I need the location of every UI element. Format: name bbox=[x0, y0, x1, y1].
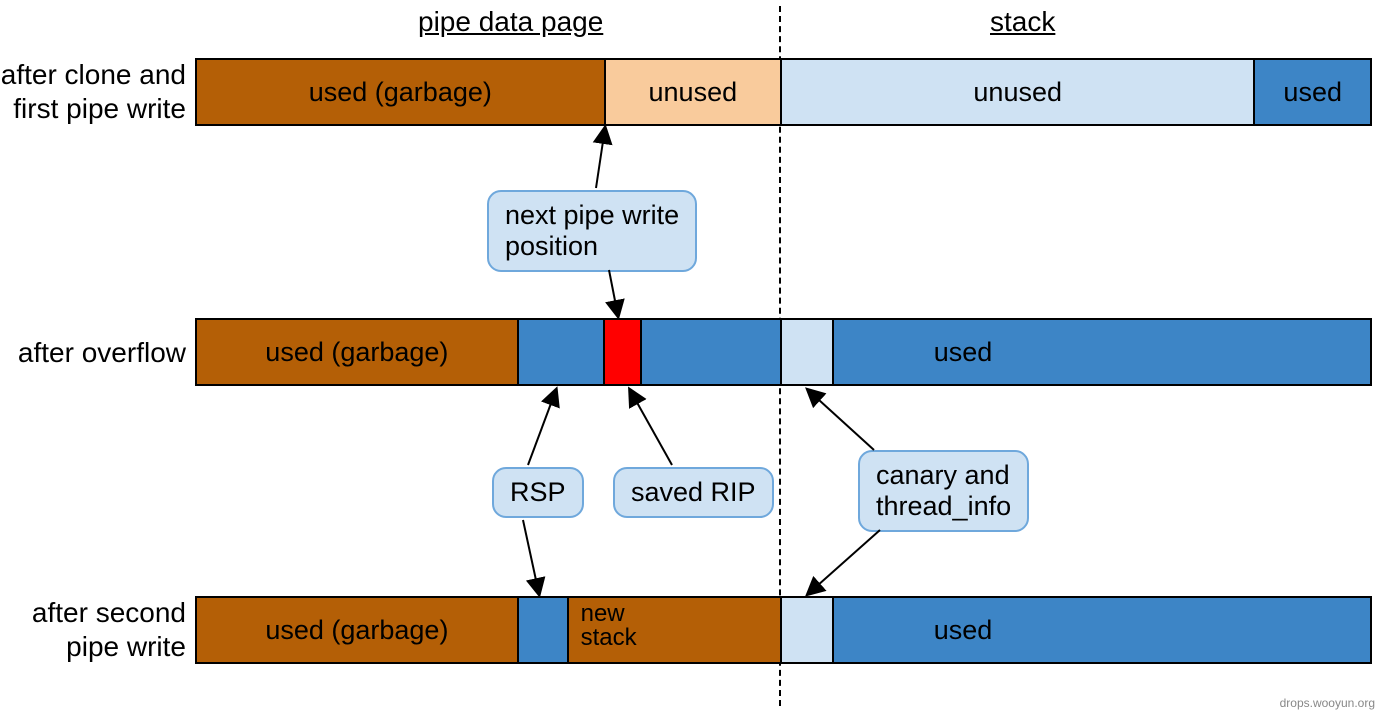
row2-bar: used (garbage) used bbox=[195, 318, 1372, 386]
watermark: drops.wooyun.org bbox=[1280, 696, 1375, 710]
row3-seg-canary bbox=[782, 598, 834, 662]
row2-seg-canary bbox=[782, 320, 834, 384]
row1-label: after clone and first pipe write bbox=[0, 58, 186, 125]
row1-seg-used-garbage: used (garbage) bbox=[197, 60, 606, 124]
row1-label-b: first pipe write bbox=[13, 93, 186, 124]
row3-label-a: after second bbox=[32, 597, 186, 628]
balloon-canary-text: canary and thread_info bbox=[876, 460, 1011, 521]
row1-seg-unused-stack: unused bbox=[782, 60, 1255, 124]
row1-label-a: after clone and bbox=[1, 59, 186, 90]
row3-seg-blue bbox=[519, 598, 569, 662]
row3-label-b: pipe write bbox=[66, 631, 186, 662]
balloon-rip: saved RIP bbox=[613, 467, 774, 518]
row2-label: after overflow bbox=[0, 336, 186, 370]
row3-bar: used (garbage) new stack used bbox=[195, 596, 1372, 664]
row2-seg-red bbox=[605, 320, 642, 384]
balloon-canary: canary and thread_info bbox=[858, 450, 1029, 532]
row2-seg-blue1 bbox=[519, 320, 606, 384]
balloon-rsp-text: RSP bbox=[510, 477, 566, 507]
row3-seg-newstack-text: new stack bbox=[581, 602, 637, 650]
row2-seg-used-stack: used bbox=[834, 320, 1370, 384]
row3-seg-used-stack: used bbox=[834, 598, 1370, 662]
row1-seg-unused-pipe: unused bbox=[606, 60, 782, 124]
row1-seg-used-stack: used bbox=[1255, 60, 1370, 124]
balloon-rsp: RSP bbox=[492, 467, 584, 518]
balloon-rip-text: saved RIP bbox=[631, 477, 756, 507]
row3-seg-used-garbage: used (garbage) bbox=[197, 598, 519, 662]
header-pipe: pipe data page bbox=[418, 6, 603, 38]
row2-seg-used-garbage: used (garbage) bbox=[197, 320, 519, 384]
header-stack: stack bbox=[990, 6, 1055, 38]
row3-label: after second pipe write bbox=[0, 596, 186, 663]
row2-seg-blue2 bbox=[642, 320, 782, 384]
row1-bar: used (garbage) unused unused used bbox=[195, 58, 1372, 126]
balloon-pipe-write-text: next pipe write position bbox=[505, 200, 679, 261]
balloon-pipe-write: next pipe write position bbox=[487, 190, 697, 272]
row3-seg-newstack: new stack bbox=[569, 598, 782, 662]
